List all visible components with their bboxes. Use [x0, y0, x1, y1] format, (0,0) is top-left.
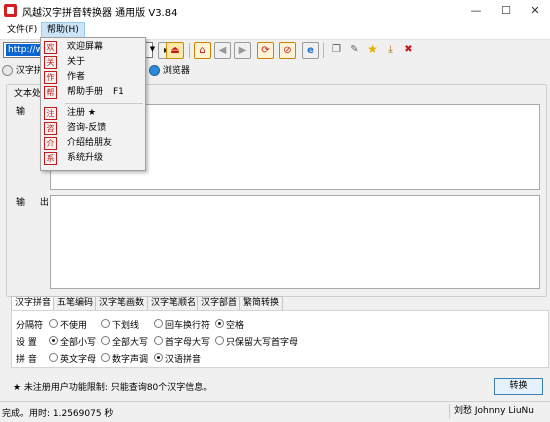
radio-py-hanyu-label: 汉语拼音 [165, 355, 202, 365]
close-button[interactable]: ✕ [520, 0, 550, 21]
help-seal-icon: 帮 [44, 86, 57, 99]
menu-item-help-manual-label: 帮助手册 [67, 87, 104, 97]
recommend-seal-icon: 介 [44, 137, 57, 150]
radio-case-upper-label: 全部大写 [112, 338, 149, 348]
ie-logo-icon[interactable]: e [302, 42, 319, 59]
group-title: 文本处 [12, 86, 44, 99]
menu-item-about-label: 关于 [67, 57, 86, 67]
toolbar-separator [323, 43, 324, 58]
menu-item-upgrade[interactable]: 系 系统升级 [41, 151, 145, 166]
radio-py-letters-label: 英文字母 [60, 355, 97, 365]
globe-icon [2, 65, 13, 76]
menu-item-feedback-label: 咨询-反馈 [67, 123, 107, 133]
upgrade-seal-icon: 系 [44, 152, 57, 165]
register-seal-icon: 注 [44, 107, 57, 120]
menu-item-about[interactable]: 关 关于 [41, 55, 145, 70]
tab-stroke-count[interactable]: 汉字笔画数 [95, 296, 149, 310]
feedback-seal-icon: 咨 [44, 122, 57, 135]
status-text: 完成。用时: 1.2569075 秒 [2, 409, 114, 419]
tab-browser-label: 浏览器 [162, 66, 190, 76]
radio-py-tone-numbers-label: 数字声调 [112, 355, 149, 365]
registration-notice: ★ 未注册用户功能限制: 只能查询80个汉字信息。 [13, 383, 213, 393]
copy-icon[interactable]: ❐ [328, 42, 345, 59]
star-icon[interactable]: ★ [364, 42, 381, 59]
separator-label: 分隔符 [16, 321, 44, 331]
shortcut-f1: F1 [113, 87, 124, 97]
tab-stroke-order[interactable]: 汉字笔顺名 [147, 296, 201, 310]
maximize-button[interactable]: ☐ [491, 0, 521, 21]
menu-file[interactable]: 文件(F) [2, 23, 42, 37]
tab-browser[interactable]: 浏览器 [149, 63, 190, 77]
title-bar: 风越汉字拼音转换器 通用版 V3.84 — ☐ ✕ [0, 0, 550, 21]
radio-case-initials-label: 只保留大写首字母 [226, 338, 299, 348]
menu-item-upgrade-label: 系统升级 [67, 153, 104, 163]
tab-trad-simp[interactable]: 繁简转换 [239, 296, 284, 310]
arrow-down-icon[interactable]: ⤓ [382, 42, 399, 59]
author-credit: 刘愁 Johnny LiuNu [449, 404, 544, 418]
radio-case-capitalize-label: 首字母大写 [165, 338, 211, 348]
radio-case-capitalize[interactable] [154, 336, 163, 345]
menu-item-register-label: 注册 ★ [67, 108, 96, 118]
refresh-icon[interactable]: ⟳ [257, 42, 274, 59]
stop-red-icon[interactable]: ⊘ [279, 42, 296, 59]
convert-button[interactable]: 转换 [494, 378, 543, 395]
window-title: 风越汉字拼音转换器 通用版 V3.84 [22, 8, 178, 19]
pinyin-label: 拼 音 [16, 355, 37, 365]
radio-sep-none-label: 不使用 [60, 321, 88, 331]
radio-sep-space-label: 空格 [226, 321, 245, 331]
menu-item-welcome[interactable]: 欢 欢迎屏幕 [41, 40, 145, 55]
menu-item-register[interactable]: 注 注册 ★ [41, 106, 145, 121]
radio-sep-underscore-label: 下划线 [112, 321, 140, 331]
menu-item-author-label: 作者 [67, 72, 86, 82]
radio-sep-newline-label: 回车换行符 [165, 321, 211, 331]
tab-radical[interactable]: 汉字部首 [197, 296, 242, 310]
menu-item-recommend-label: 介绍给朋友 [67, 138, 113, 148]
radio-sep-none[interactable] [49, 319, 58, 328]
radio-case-lower-label: 全部小写 [60, 338, 97, 348]
tab-pinyin-label: 汉字拼 [15, 66, 43, 76]
close-red-icon[interactable]: ✖ [400, 42, 417, 59]
settings-label: 设 置 [16, 338, 37, 348]
radio-py-tone-numbers[interactable] [101, 353, 110, 362]
radio-case-initials[interactable] [215, 336, 224, 345]
home-icon[interactable]: ⌂ [194, 42, 211, 59]
menu-item-help-manual[interactable]: 帮 帮助手册 F1 [41, 85, 145, 100]
radio-sep-underscore[interactable] [101, 319, 110, 328]
toolbar-separator [189, 43, 190, 58]
status-bar: 完成。用时: 1.2569075 秒 刘愁 Johnny LiuNu [0, 401, 550, 422]
menu-item-author[interactable]: 作 作者 [41, 70, 145, 85]
author-seal-icon: 作 [44, 71, 57, 84]
output-textarea[interactable] [50, 195, 540, 289]
globe-icon [149, 65, 160, 76]
about-seal-icon: 关 [44, 56, 57, 69]
radio-py-letters[interactable] [49, 353, 58, 362]
menu-item-recommend[interactable]: 介 介绍给朋友 [41, 136, 145, 151]
app-icon [4, 4, 17, 17]
forward-icon[interactable]: ▶ [234, 42, 251, 59]
help-menu-dropdown: 欢 欢迎屏幕 关 关于 作 作者 帮 帮助手册 F1 注 注册 ★ 咨 咨询-反… [40, 37, 146, 171]
settings-icon[interactable]: ✎ [346, 42, 363, 59]
menu-separator [65, 103, 143, 104]
stop-icon[interactable]: ⏏ [166, 42, 184, 59]
menu-help[interactable]: 帮助(H) [41, 22, 85, 38]
back-icon[interactable]: ◀ [214, 42, 231, 59]
radio-case-lower[interactable] [49, 336, 58, 345]
radio-case-upper[interactable] [101, 336, 110, 345]
menu-item-feedback[interactable]: 咨 咨询-反馈 [41, 121, 145, 136]
radio-sep-newline[interactable] [154, 319, 163, 328]
radio-py-hanyu[interactable] [154, 353, 163, 362]
function-tabs: 汉字拼音 五笔编码 汉字笔画数 汉字笔顺名 汉字部首 繁简转换 [11, 296, 547, 311]
tab-wubi[interactable]: 五笔编码 [53, 296, 98, 310]
tab-pinyin[interactable]: 汉字拼音 [11, 296, 56, 311]
welcome-seal-icon: 欢 [44, 41, 57, 54]
menu-item-welcome-label: 欢迎屏幕 [67, 42, 104, 52]
minimize-button[interactable]: — [461, 0, 491, 21]
radio-sep-space[interactable] [215, 319, 224, 328]
